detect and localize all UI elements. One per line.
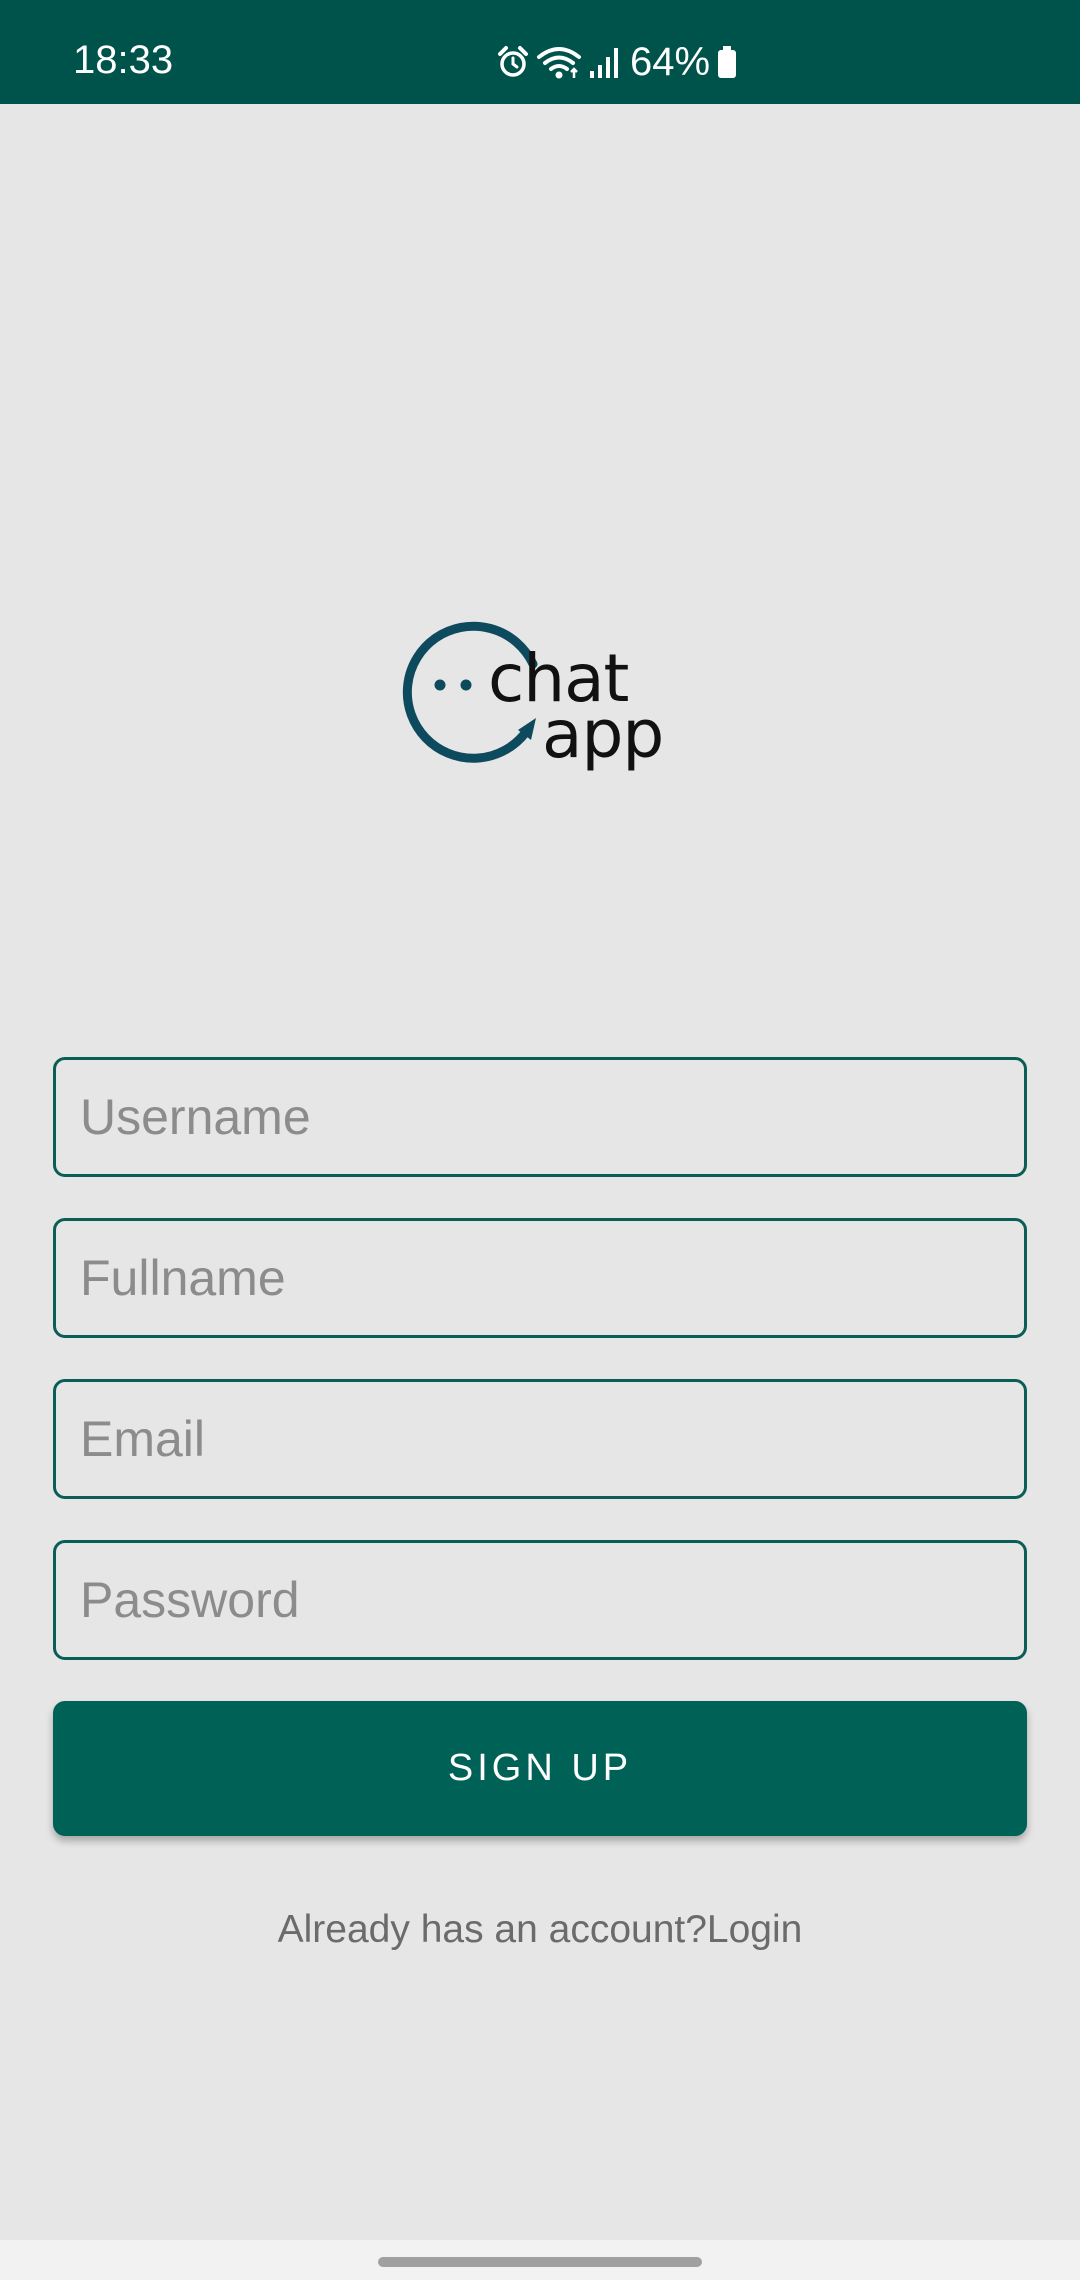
status-icons: 64%: [496, 38, 738, 86]
home-gesture-handle[interactable]: [378, 2257, 702, 2267]
password-field[interactable]: [53, 1540, 1027, 1660]
status-time: 18:33: [73, 38, 174, 82]
username-field[interactable]: [53, 1057, 1027, 1177]
alarm-icon: [496, 45, 530, 79]
battery-icon: [716, 44, 738, 80]
fullname-field[interactable]: [53, 1218, 1027, 1338]
login-link[interactable]: Login: [707, 1908, 802, 1951]
logo-text-app: app: [542, 696, 664, 773]
battery-percent: 64%: [630, 40, 711, 84]
login-prompt: Already has an account?Login: [0, 1906, 1080, 1954]
status-bar: 18:33 64%: [0, 0, 1080, 104]
signal-icon: [588, 45, 620, 79]
chat-app-logo: chat app: [400, 612, 680, 773]
navigation-bar: [0, 2240, 1080, 2280]
sign-up-button[interactable]: SIGN UP: [53, 1701, 1027, 1836]
email-field[interactable]: [53, 1379, 1027, 1499]
login-prompt-text: Already has an account?: [277, 1908, 707, 1951]
wifi-icon: [536, 45, 582, 79]
